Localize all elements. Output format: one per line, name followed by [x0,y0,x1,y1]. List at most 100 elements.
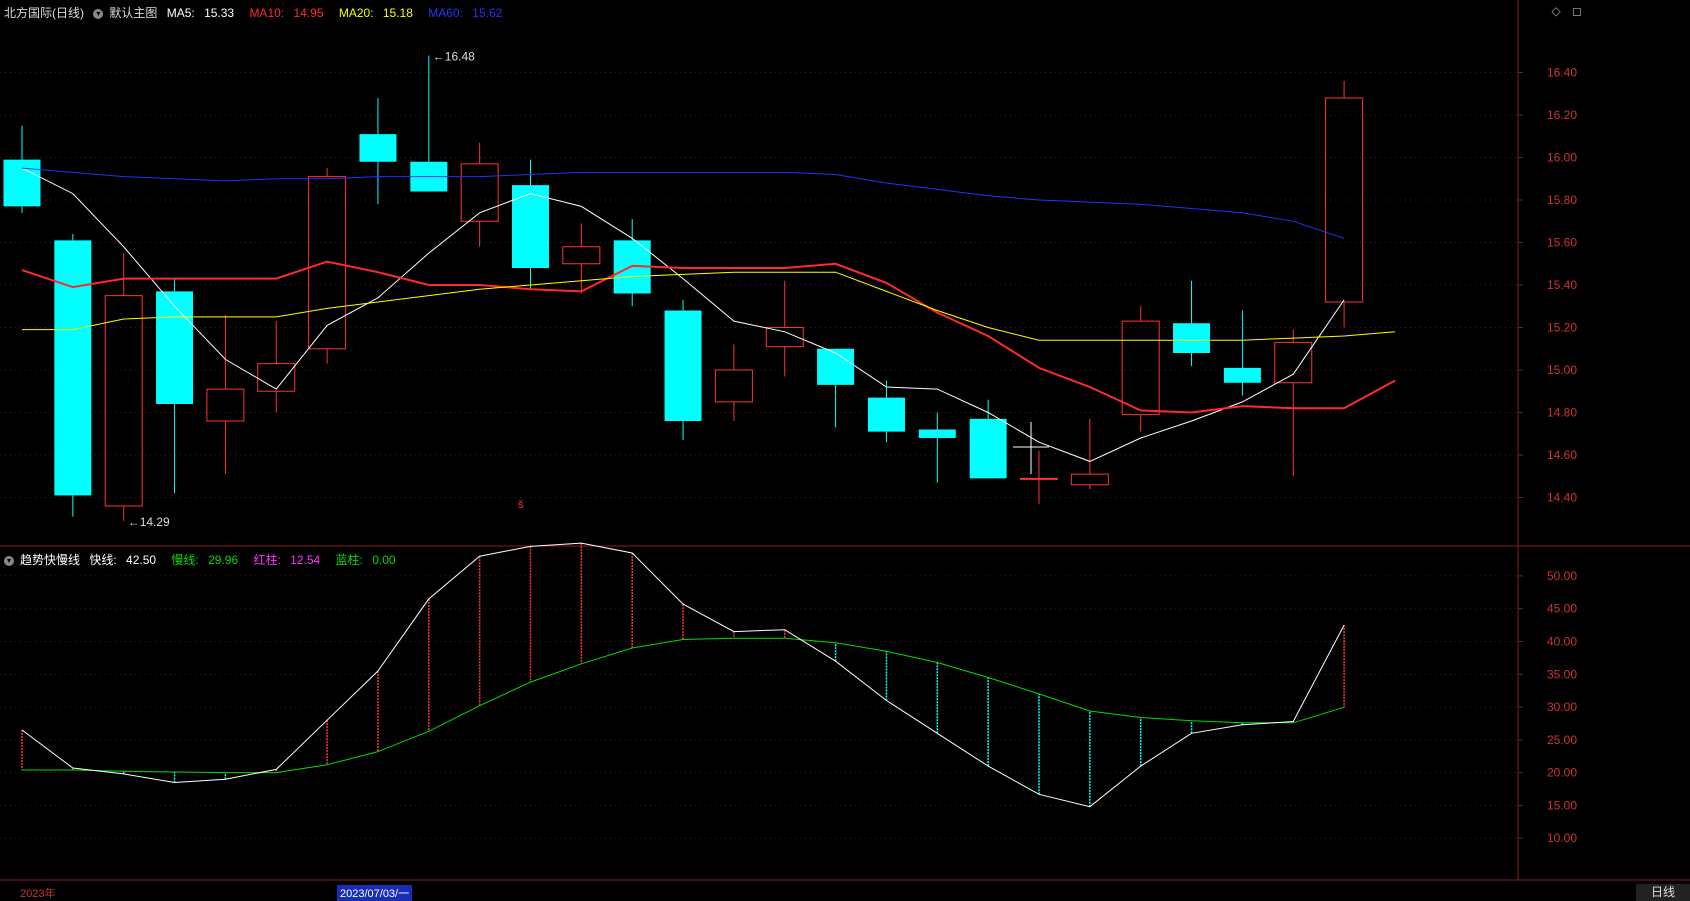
candle [1070,418,1109,489]
candle-body [1325,97,1364,303]
candle [410,55,448,192]
candle-body [1274,341,1313,384]
candle [257,321,296,413]
candle [359,98,397,205]
candle-body [156,291,194,404]
candle [765,280,804,377]
y-tick-label: 16.00 [1547,151,1577,165]
fast-label: 快线: [89,553,117,567]
slow-line [22,637,1345,774]
candle [664,299,702,441]
candle [460,142,499,247]
y-tick-label: 15.80 [1547,193,1577,207]
slow-value: 29.96 [208,553,239,567]
x-axis-start-label: 2023年 [20,888,56,900]
y-tick-label: 40.00 [1547,634,1577,648]
y-tick-label: 45.00 [1547,602,1577,616]
ma5-value: 15.33 [204,6,235,20]
candle [104,253,143,521]
candle [512,159,549,290]
ma20-label: MA20: [338,6,374,20]
template-label[interactable]: 默认主图 [109,6,157,20]
y-tick-label: 15.00 [1547,363,1577,377]
candle [54,234,92,517]
candle [1325,81,1364,328]
candle [562,223,601,294]
chevron-down-icon[interactable]: ▾ [93,8,104,19]
candle-body [257,363,296,392]
y-tick-label: 50.00 [1547,569,1577,583]
ma20-value: 15.18 [382,6,413,20]
signal-marker: š [518,499,524,511]
candle [1223,310,1261,396]
chevron-down-icon[interactable]: ▾ [4,555,14,566]
price-annotation: ←16.48 [433,50,475,64]
candle-body [714,369,753,403]
candle [206,314,245,475]
y-tick-label: 15.60 [1547,236,1577,250]
candle-body [969,418,1007,479]
ma10-label: MA10: [249,6,285,20]
y-tick-label: 15.40 [1547,278,1577,292]
x-axis-cursor-label: 2023/07/03/一 [337,885,413,901]
candle-body [512,185,549,268]
ma-line-ma60 [21,167,1345,239]
y-tick-label: 16.40 [1547,66,1577,80]
y-tick-label: 14.60 [1547,448,1577,462]
candle [918,412,956,483]
red-bar-label: 红柱: [253,553,281,567]
fast-line [21,542,1345,808]
slow-label: 慢线: [171,553,199,567]
red-bar-value: 12.54 [290,553,321,567]
candle-body [1121,320,1160,416]
candle-body [359,134,397,162]
y-tick-label: 15.00 [1547,798,1577,812]
fast-value: 42.50 [126,553,157,567]
blue-bar-value: 0.00 [372,553,396,567]
candle-body [664,310,702,421]
candle-body [817,348,855,385]
y-tick-label: 15.20 [1547,321,1577,335]
candle-body [562,246,601,265]
candle [613,219,651,307]
candle [1020,450,1058,504]
ma10-value: 14.95 [293,6,324,20]
candle-body [918,429,956,438]
candle [1173,280,1211,366]
candle-body [1070,473,1109,486]
candle-body [1223,367,1261,383]
candle [156,278,194,494]
y-tick-label: 14.40 [1547,491,1577,505]
candle-body [54,240,92,496]
indicator-name[interactable]: 趋势快慢线 [20,553,80,567]
ma5-label: MA5: [166,6,195,20]
period-tab-daily[interactable]: 日线 [1636,884,1690,901]
y-tick-label: 25.00 [1547,733,1577,747]
chart-canvas[interactable]: 14.40 14.60 14.80 15.00 15.20 15.40 15.60 15.80… [0,0,1690,901]
candle-body [206,388,245,422]
price-annotation: ←14.29 [128,515,170,529]
y-tick-label: 14.80 [1547,406,1577,420]
y-tick-label: 16.20 [1547,108,1577,122]
candle [817,348,855,428]
candle-body [1020,477,1058,480]
ma60-value: 15.62 [472,6,503,20]
candle-body [308,176,347,350]
candle [714,344,753,421]
stock-title[interactable]: 北方国际(日线) [4,6,84,20]
candle [867,380,905,443]
window-icons[interactable]: ◇ ◻ [1551,4,1586,18]
y-tick-label: 35.00 [1547,667,1577,681]
candle-body [1173,323,1211,353]
main-chart-header: 北方国际(日线) ▾ 默认主图 MA5: 15.33 MA10: 14.95 MA… [4,4,514,21]
blue-bar-label: 蓝柱: [335,553,363,567]
candle-body [3,159,41,207]
ma60-label: MA60: [428,6,463,20]
y-tick-label: 20.00 [1547,766,1577,780]
y-tick-label: 30.00 [1547,700,1577,714]
y-tick-label: 10.00 [1547,831,1577,845]
candle [1274,329,1313,477]
indicator-header: ▾ 趋势快慢线 快线: 42.50 慢线: 29.96 红柱: 12.54 蓝柱:… [4,551,408,568]
candle [969,399,1007,479]
candle-body [867,397,905,432]
